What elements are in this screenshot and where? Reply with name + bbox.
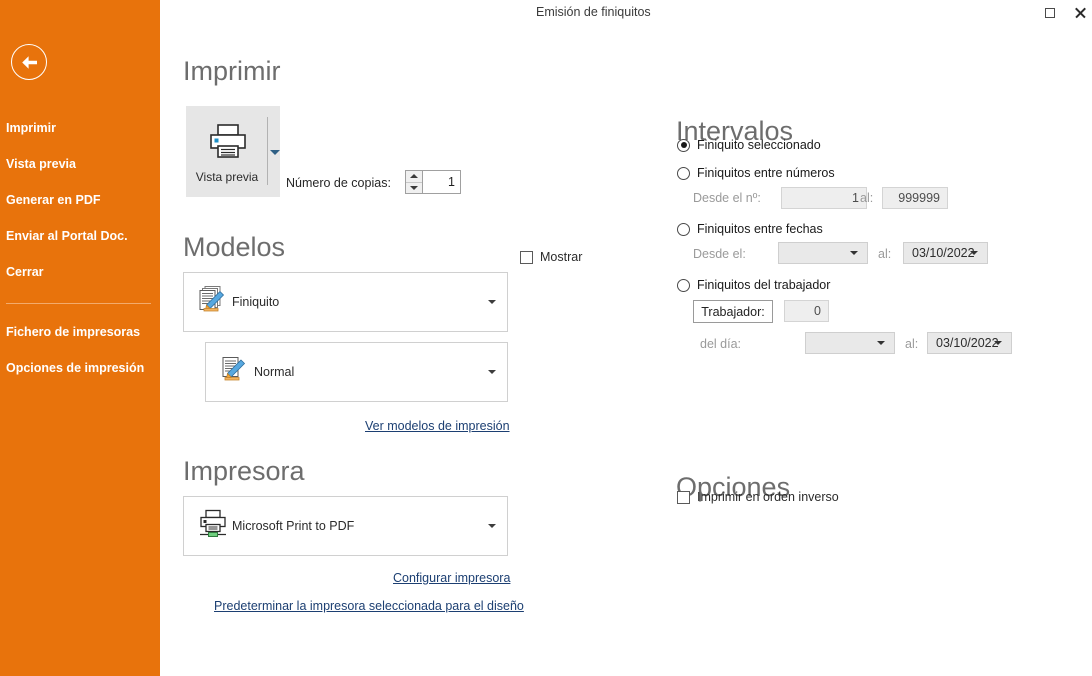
radio-indicator [677, 278, 690, 292]
printer-icon [208, 123, 248, 165]
sidebar: Imprimir Vista previa Generar en PDF Env… [0, 0, 160, 676]
radio-label: Finiquito seleccionado [697, 138, 821, 152]
sidebar-item-label: Vista previa [6, 157, 76, 171]
numbers-from-input[interactable]: 1 [781, 187, 867, 209]
back-arrow-icon [20, 55, 39, 70]
chevron-down-icon [850, 251, 858, 255]
sidebar-item-vista-previa[interactable]: Vista previa [6, 157, 156, 175]
worker-to-datepicker[interactable]: 03/10/2022 [927, 332, 1012, 354]
caret-down-icon [410, 185, 418, 190]
chevron-down-icon [877, 341, 885, 345]
restore-icon [1045, 8, 1055, 18]
sidebar-item-label: Enviar al Portal Doc. [6, 229, 128, 243]
model-primary-value: Finiquito [232, 295, 280, 309]
dates-to-datepicker[interactable]: 03/10/2022 [903, 242, 988, 264]
numbers-from-label: Desde el nº: [693, 191, 761, 205]
copies-label: Número de copias: [286, 176, 391, 190]
radio-label: Finiquitos entre números [697, 166, 835, 180]
sidebar-divider [6, 303, 151, 304]
chevron-down-icon[interactable] [488, 370, 496, 374]
chevron-down-icon[interactable] [488, 524, 496, 528]
close-window-button[interactable] [1065, 0, 1092, 26]
chevron-down-icon [970, 251, 978, 255]
printer-heading: Impresora [183, 456, 305, 486]
checkbox-box [677, 490, 690, 504]
dates-to-label: al: [878, 247, 892, 261]
chevron-down-icon [994, 341, 1002, 345]
sidebar-item-imprimir[interactable]: Imprimir [6, 121, 156, 139]
sidebar-item-label: Cerrar [6, 265, 44, 279]
sidebar-item-label: Fichero de impresoras [6, 325, 141, 339]
radio-indicator [677, 166, 690, 180]
restore-window-button[interactable] [1035, 0, 1065, 26]
copies-stepper-arrows[interactable] [406, 171, 423, 193]
sidebar-item-fichero-impresoras[interactable]: Fichero de impresoras [6, 325, 156, 343]
radio-finiquitos-entre-fechas[interactable]: Finiquitos entre fechas [677, 222, 823, 236]
copies-stepper[interactable]: 1 [405, 170, 461, 194]
copies-decrement-button[interactable] [406, 181, 422, 194]
sidebar-item-cerrar[interactable]: Cerrar [6, 265, 156, 283]
show-checkbox[interactable]: Mostrar [520, 250, 582, 264]
numbers-to-input[interactable]: 999999 [882, 187, 948, 209]
chevron-down-icon[interactable] [270, 150, 280, 155]
radio-indicator [677, 222, 690, 236]
numbers-to-label: al: [860, 191, 874, 205]
main-content: Imprimir Vista previa Número de copias: [160, 28, 1092, 676]
checkbox-box [520, 250, 533, 264]
printer-value: Microsoft Print to PDF [232, 519, 355, 533]
title-bar: Emisión de finiquitos [0, 0, 1092, 28]
caret-up-icon [410, 174, 418, 179]
show-checkbox-label: Mostrar [540, 250, 583, 264]
worker-from-datepicker[interactable] [805, 332, 895, 354]
radio-indicator [677, 138, 690, 152]
view-print-models-link[interactable]: Ver modelos de impresión [365, 419, 510, 433]
worker-to-label: al: [905, 337, 919, 351]
configure-printer-link[interactable]: Configurar impresora [393, 571, 510, 585]
dates-from-label: Desde el: [693, 247, 746, 261]
preview-split-divider [267, 117, 268, 185]
copies-input[interactable]: 1 [423, 171, 460, 193]
worker-picker-button-label: Trabajador: [701, 304, 765, 319]
close-icon [1074, 7, 1086, 19]
dates-from-datepicker[interactable] [778, 242, 868, 264]
page-title: Imprimir [183, 56, 281, 86]
worker-id-input[interactable]: 0 [784, 300, 829, 322]
back-button[interactable] [11, 44, 47, 80]
model-secondary-combo[interactable]: Normal [205, 342, 508, 402]
sidebar-item-label: Opciones de impresión [6, 361, 145, 375]
radio-finiquito-seleccionado[interactable]: Finiquito seleccionado [677, 138, 821, 152]
documents-stack-icon [198, 285, 228, 320]
radio-finiquitos-entre-numeros[interactable]: Finiquitos entre números [677, 166, 835, 180]
models-heading: Modelos [183, 232, 286, 262]
reverse-order-checkbox[interactable]: Imprimir en orden inverso [677, 490, 839, 504]
set-default-printer-link[interactable]: Predeterminar la impresora seleccionada … [214, 599, 524, 613]
sidebar-item-enviar-portal-doc[interactable]: Enviar al Portal Doc. [6, 229, 156, 247]
chevron-down-icon[interactable] [488, 300, 496, 304]
dates-to-value: 03/10/2022 [912, 246, 975, 260]
reverse-order-label: Imprimir en orden inverso [697, 490, 839, 504]
printer-combo[interactable]: Microsoft Print to PDF [183, 496, 508, 556]
preview-button[interactable]: Vista previa [186, 106, 280, 197]
sidebar-item-opciones-impresion[interactable]: Opciones de impresión [6, 361, 156, 379]
sidebar-item-generar-pdf[interactable]: Generar en PDF [6, 193, 156, 211]
model-secondary-value: Normal [254, 365, 295, 379]
worker-from-label: del día: [700, 337, 742, 351]
copies-increment-button[interactable] [406, 171, 422, 182]
document-icon [220, 356, 248, 389]
radio-label: Finiquitos del trabajador [697, 278, 831, 292]
radio-finiquitos-del-trabajador[interactable]: Finiquitos del trabajador [677, 278, 830, 292]
worker-to-value: 03/10/2022 [936, 336, 999, 350]
worker-picker-button[interactable]: Trabajador: [693, 300, 773, 323]
window-title: Emisión de finiquitos [536, 5, 651, 19]
printer-network-icon [198, 509, 230, 544]
model-primary-combo[interactable]: Finiquito [183, 272, 508, 332]
sidebar-item-label: Imprimir [6, 121, 57, 135]
radio-label: Finiquitos entre fechas [697, 222, 823, 236]
preview-button-label: Vista previa [195, 170, 259, 184]
sidebar-item-label: Generar en PDF [6, 193, 101, 207]
